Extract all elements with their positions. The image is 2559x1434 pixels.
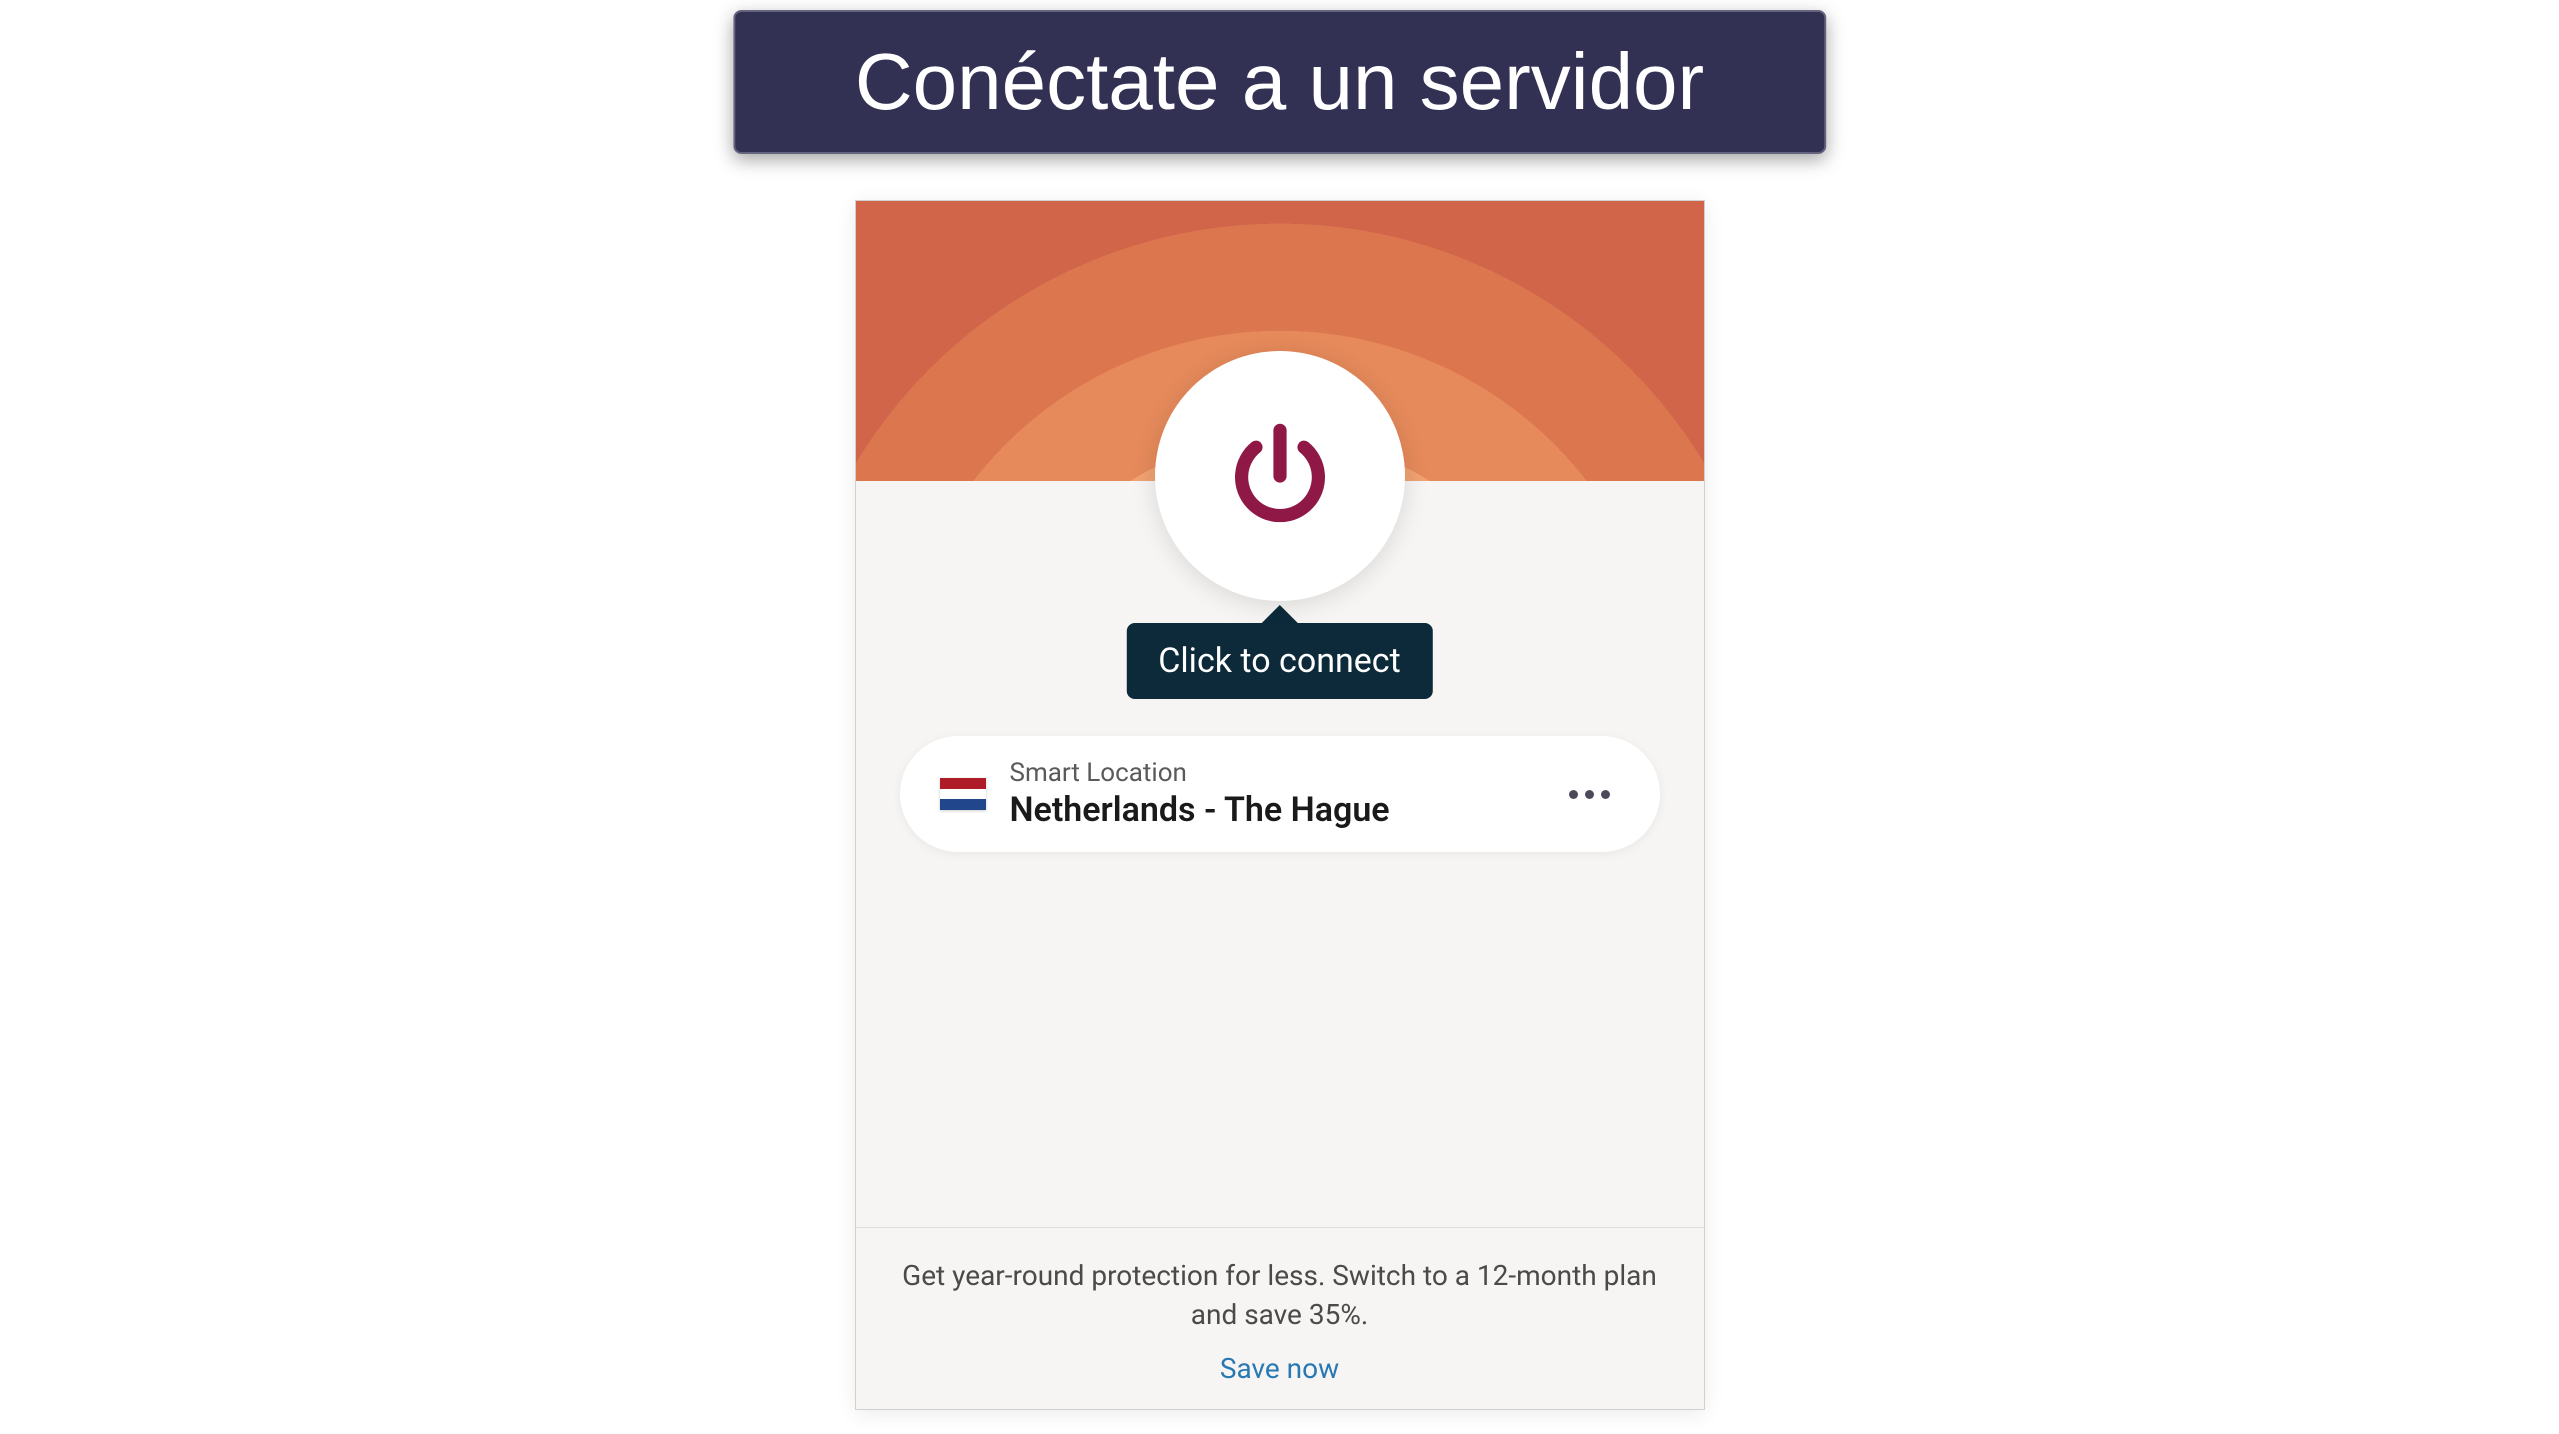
- save-now-link[interactable]: Save now: [896, 1352, 1664, 1385]
- banner-title: Conéctate a un servidor: [855, 37, 1704, 126]
- power-icon: [1220, 416, 1340, 536]
- dots-icon: [1585, 790, 1594, 799]
- location-name: Netherlands - The Hague: [1010, 790, 1559, 830]
- instruction-banner: Conéctate a un servidor: [733, 10, 1826, 154]
- dots-icon: [1569, 790, 1578, 799]
- promo-banner: Get year-round protection for less. Swit…: [856, 1227, 1704, 1409]
- dots-icon: [1601, 790, 1610, 799]
- promo-message: Get year-round protection for less. Swit…: [896, 1256, 1664, 1334]
- tooltip-text: Click to connect: [1158, 641, 1400, 681]
- location-label: Smart Location: [1010, 758, 1559, 788]
- location-text-group: Smart Location Netherlands - The Hague: [1010, 758, 1559, 830]
- connect-button[interactable]: [1155, 351, 1405, 601]
- location-selector[interactable]: Smart Location Netherlands - The Hague: [900, 736, 1660, 852]
- more-options-button[interactable]: [1559, 780, 1620, 809]
- netherlands-flag-icon: [940, 778, 986, 810]
- vpn-app-window: Click to connect Smart Location Netherla…: [855, 200, 1705, 1410]
- connect-tooltip: Click to connect: [1126, 623, 1432, 699]
